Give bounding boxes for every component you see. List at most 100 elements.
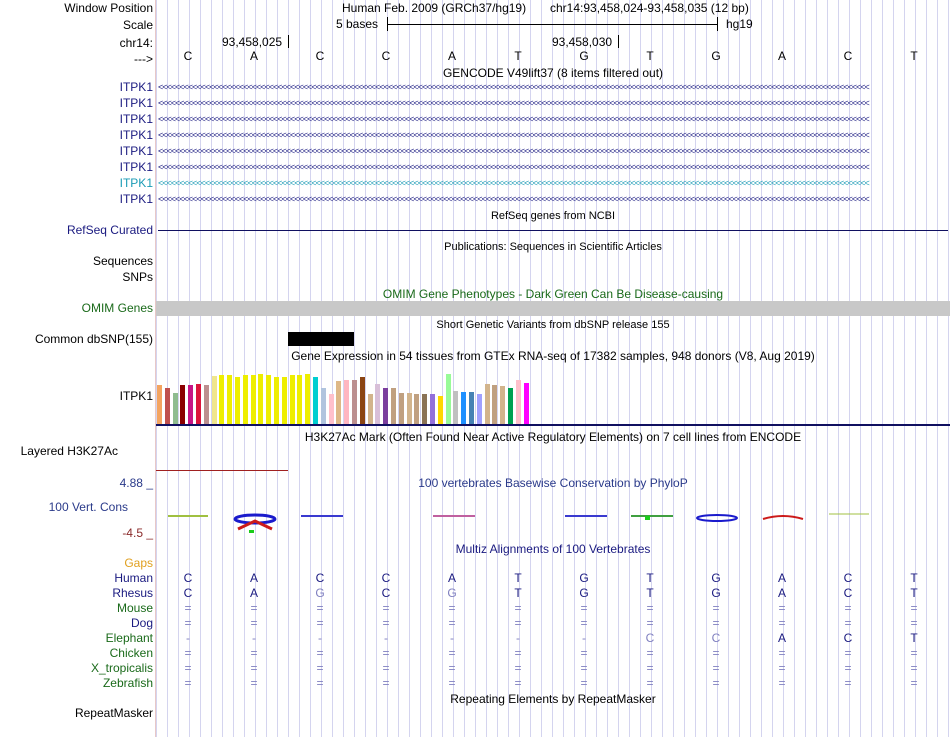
- gtex-tissue-bar[interactable]: [258, 374, 264, 424]
- coord-tick-label: 93,458,030: [552, 35, 613, 49]
- gencode-transcript[interactable]: <<<<<<<<<<<<<<<<<<<<<<<<<<<<<<<<<<<<<<<<…: [158, 179, 948, 188]
- gencode-transcript[interactable]: <<<<<<<<<<<<<<<<<<<<<<<<<<<<<<<<<<<<<<<<…: [158, 115, 948, 124]
- gtex-tissue-bar[interactable]: [406, 393, 412, 424]
- gencode-item-label[interactable]: ITPK1: [120, 160, 153, 174]
- gencode-transcript[interactable]: <<<<<<<<<<<<<<<<<<<<<<<<<<<<<<<<<<<<<<<<…: [158, 99, 948, 108]
- gaps-label[interactable]: Gaps: [124, 556, 153, 570]
- repeatmasker-label[interactable]: RepeatMasker: [75, 706, 153, 720]
- pubs-track-title[interactable]: Publications: Sequences in Scientific Ar…: [156, 240, 950, 254]
- repeatmasker-track-title[interactable]: Repeating Elements by RepeatMasker: [156, 692, 950, 706]
- gencode-item-label[interactable]: ITPK1: [120, 128, 153, 142]
- gencode-transcript[interactable]: <<<<<<<<<<<<<<<<<<<<<<<<<<<<<<<<<<<<<<<<…: [158, 83, 948, 92]
- gencode-transcript[interactable]: <<<<<<<<<<<<<<<<<<<<<<<<<<<<<<<<<<<<<<<<…: [158, 163, 948, 172]
- dbsnp-label[interactable]: Common dbSNP(155): [35, 332, 153, 346]
- gtex-tissue-bar[interactable]: [203, 385, 209, 424]
- gtex-tissue-bar[interactable]: [367, 394, 373, 424]
- gtex-tissue-bar[interactable]: [196, 384, 201, 424]
- species-rhesus-label: Rhesus: [112, 586, 153, 600]
- gtex-tissue-bar[interactable]: [289, 375, 295, 424]
- gencode-item-label[interactable]: ITPK1: [120, 96, 153, 110]
- gtex-tissue-bar[interactable]: [453, 391, 459, 424]
- gtex-tissue-bar[interactable]: [437, 396, 443, 424]
- multiz-track-title[interactable]: Multiz Alignments of 100 Vertebrates: [156, 542, 950, 556]
- gencode-item-label[interactable]: ITPK1: [120, 176, 153, 190]
- gtex-tissue-bar[interactable]: [336, 381, 342, 424]
- grid-line: [233, 0, 234, 737]
- gtex-tissue-bar[interactable]: [508, 388, 513, 424]
- gtex-tissue-bar[interactable]: [430, 394, 435, 424]
- gencode-track-title[interactable]: GENCODE V49lift37 (8 items filtered out): [156, 66, 950, 80]
- omim-track-title[interactable]: OMIM Gene Phenotypes - Dark Green Can Be…: [156, 287, 950, 301]
- gtex-tissue-bar[interactable]: [469, 392, 474, 424]
- gtex-tissue-bar[interactable]: [164, 388, 170, 424]
- gtex-tissue-bar[interactable]: [211, 376, 217, 424]
- h3k27ac-label[interactable]: Layered H3K27Ac: [21, 444, 118, 458]
- refseq-gene-line[interactable]: [158, 230, 948, 231]
- h3k27ac-track-title[interactable]: H3K27Ac Mark (Often Found Near Active Re…: [156, 430, 950, 444]
- track-image[interactable]: Human Feb. 2009 (GRCh37/hg19) chr14:93,4…: [156, 0, 950, 737]
- gencode-item-label[interactable]: ITPK1: [120, 192, 153, 206]
- alignment-base: =: [910, 661, 918, 675]
- alignment-base: G: [711, 586, 721, 600]
- gtex-tissue-bar[interactable]: [180, 385, 186, 424]
- phylop-track-title[interactable]: 100 vertebrates Basewise Conservation by…: [156, 476, 950, 490]
- gtex-tissue-bar[interactable]: [359, 377, 365, 424]
- gencode-item-label[interactable]: ITPK1: [120, 112, 153, 126]
- gtex-tissue-bar[interactable]: [235, 377, 240, 424]
- gtex-track-title[interactable]: Gene Expression in 54 tissues from GTEx …: [156, 349, 950, 363]
- dbsnp-track-title[interactable]: Short Genetic Variants from dbSNP releas…: [156, 318, 950, 332]
- gtex-tissue-bar[interactable]: [328, 394, 334, 424]
- gtex-tissue-bar[interactable]: [320, 388, 326, 424]
- gtex-tissue-bar[interactable]: [375, 384, 381, 424]
- gtex-tissue-bar[interactable]: [500, 386, 506, 424]
- phylop-label[interactable]: 100 Vert. Cons: [49, 500, 128, 514]
- gtex-tissue-bar[interactable]: [313, 377, 318, 424]
- snps-label[interactable]: SNPs: [122, 270, 153, 284]
- gtex-tissue-bar[interactable]: [297, 375, 303, 424]
- gtex-tissue-bar[interactable]: [157, 385, 162, 424]
- gtex-tissue-bar[interactable]: [250, 375, 256, 424]
- gtex-tissue-bar[interactable]: [391, 388, 396, 424]
- gtex-tissue-bar[interactable]: [414, 394, 420, 424]
- gtex-tissue-bar[interactable]: [422, 394, 428, 424]
- gencode-transcript[interactable]: <<<<<<<<<<<<<<<<<<<<<<<<<<<<<<<<<<<<<<<<…: [158, 147, 948, 156]
- grid-line: [332, 0, 333, 737]
- gtex-tissue-bar[interactable]: [305, 374, 311, 424]
- alignment-base: =: [646, 661, 654, 675]
- refseq-track-title[interactable]: RefSeq genes from NCBI: [156, 209, 950, 223]
- gtex-tissue-bar[interactable]: [188, 385, 194, 424]
- gtex-tissue-bar[interactable]: [515, 380, 521, 424]
- phylop-logo[interactable]: [156, 505, 950, 535]
- gtex-tissue-bar[interactable]: [484, 384, 490, 424]
- omim-label[interactable]: OMIM Genes: [82, 301, 153, 315]
- gtex-tissue-bar[interactable]: [492, 385, 498, 424]
- gencode-item-label[interactable]: ITPK1: [120, 80, 153, 94]
- gencode-item-label[interactable]: ITPK1: [120, 144, 153, 158]
- gtex-tissue-bar[interactable]: [266, 375, 272, 424]
- refseq-label[interactable]: RefSeq Curated: [67, 223, 153, 237]
- gencode-transcript[interactable]: <<<<<<<<<<<<<<<<<<<<<<<<<<<<<<<<<<<<<<<<…: [158, 131, 948, 140]
- base-letter: G: [711, 49, 721, 63]
- gtex-tissue-bar[interactable]: [476, 394, 482, 424]
- gtex-tissue-bar[interactable]: [242, 375, 248, 424]
- gtex-tissue-bar[interactable]: [172, 393, 178, 424]
- omim-bar[interactable]: [156, 301, 950, 316]
- gtex-tissue-bar[interactable]: [383, 388, 389, 424]
- gtex-tissue-bar[interactable]: [227, 375, 233, 424]
- gtex-tissue-bar[interactable]: [398, 393, 404, 424]
- sequences-label[interactable]: Sequences: [93, 254, 153, 268]
- gtex-gene-label[interactable]: ITPK1: [120, 389, 153, 403]
- grid-line: [530, 0, 531, 737]
- dbsnp-variant[interactable]: [288, 332, 354, 346]
- gtex-tissue-bar[interactable]: [274, 377, 279, 424]
- gtex-tissue-bar[interactable]: [281, 377, 287, 424]
- gtex-tissue-bar[interactable]: [461, 392, 467, 424]
- gtex-tissue-bar[interactable]: [445, 374, 451, 424]
- gtex-tissue-bar[interactable]: [344, 380, 350, 424]
- scale-tick-right: [717, 17, 718, 31]
- gtex-tissue-bar[interactable]: [352, 380, 357, 424]
- alignment-base: =: [316, 601, 324, 615]
- gtex-tissue-bar[interactable]: [523, 383, 529, 424]
- gencode-transcript[interactable]: <<<<<<<<<<<<<<<<<<<<<<<<<<<<<<<<<<<<<<<<…: [158, 195, 948, 204]
- gtex-tissue-bar[interactable]: [219, 375, 225, 424]
